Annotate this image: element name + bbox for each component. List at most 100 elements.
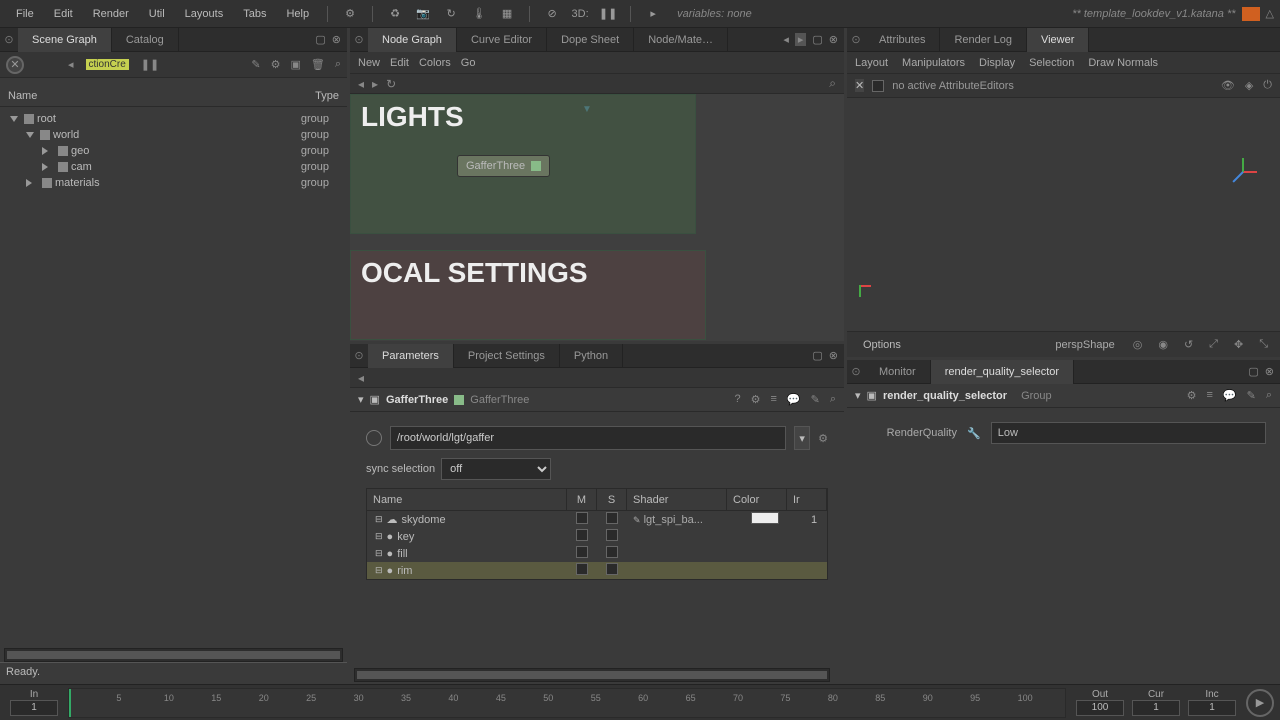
viewer-menu-display[interactable]: Display — [979, 57, 1015, 69]
view-square-icon[interactable] — [454, 395, 464, 405]
col-shader[interactable]: Shader — [627, 489, 727, 510]
close-tab-icon[interactable]: ⊗ — [1265, 365, 1274, 378]
in-frame-input[interactable]: 1 — [10, 700, 58, 716]
pencil-icon[interactable]: ✎ — [251, 58, 260, 71]
menu-file[interactable]: File — [6, 8, 44, 20]
viewer-menu-manipulators[interactable]: Manipulators — [902, 57, 965, 69]
ng-menu-new[interactable]: New — [358, 57, 380, 69]
trash-icon[interactable]: 🗑 — [311, 58, 325, 71]
stack-icon[interactable]: ▦ — [497, 7, 517, 20]
chat-icon[interactable]: 💬 — [787, 393, 801, 406]
nav-left-icon[interactable]: ◂ — [783, 33, 789, 46]
play-button[interactable]: ▶ — [1246, 689, 1274, 717]
out-frame-input[interactable]: 100 — [1076, 700, 1124, 716]
menu-tabs[interactable]: Tabs — [233, 8, 276, 20]
tab-attributes[interactable]: Attributes — [865, 28, 940, 52]
tab-python[interactable]: Python — [560, 344, 623, 368]
pin-icon[interactable]: ⊙ — [0, 33, 18, 46]
nav-fwd-icon[interactable]: ▸ — [372, 77, 378, 91]
render-quality-value[interactable]: Low — [991, 422, 1266, 444]
menu-edit[interactable]: Edit — [44, 8, 83, 20]
menu-util[interactable]: Util — [139, 8, 175, 20]
light-row[interactable]: ⊟☁skydome ✎ lgt_spi_ba... 1 — [367, 511, 827, 528]
close-tab-icon[interactable]: ⊗ — [332, 33, 341, 46]
col-name[interactable]: Name — [367, 489, 567, 510]
light-row[interactable]: ⊟●key — [367, 528, 827, 545]
tree-row-materials[interactable]: materialsgroup — [0, 175, 347, 191]
cur-frame-input[interactable]: 1 — [1132, 700, 1180, 716]
wand-icon[interactable]: ✎ — [811, 393, 820, 406]
tree-row-geo[interactable]: geogroup — [0, 143, 347, 159]
gear-icon[interactable]: ⚙ — [271, 58, 281, 71]
collapse-arrow-icon[interactable]: ▾ — [358, 393, 364, 406]
tab-viewer[interactable]: Viewer — [1027, 28, 1089, 52]
vars-arrow-icon[interactable]: ▸ — [643, 7, 663, 20]
col-int[interactable]: Ir — [787, 489, 827, 510]
sync-icon[interactable]: ↺ — [1184, 338, 1193, 351]
viewer-menu-layout[interactable]: Layout — [855, 57, 888, 69]
clock-icon[interactable] — [366, 430, 382, 446]
recycle-icon[interactable]: ♻ — [385, 7, 405, 20]
light-row[interactable]: ⊟●fill — [367, 545, 827, 562]
search-icon[interactable]: ⌕ — [335, 58, 341, 71]
viewer-menu-drawnormals[interactable]: Draw Normals — [1088, 57, 1158, 69]
timeline-ruler[interactable]: 5101520253035404550556065707580859095100 — [68, 688, 1066, 718]
col-color[interactable]: Color — [727, 489, 787, 510]
col-s[interactable]: S — [597, 489, 627, 510]
help-icon[interactable]: ? — [734, 393, 740, 406]
backdrop-local-settings[interactable]: OCAL SETTINGS ArnoldGlobalSettings — [350, 250, 706, 340]
cancel-icon[interactable]: ⊘ — [542, 7, 562, 20]
tab-node-graph[interactable]: Node Graph — [368, 28, 457, 52]
menu-layouts[interactable]: Layouts — [175, 8, 234, 20]
chat-icon[interactable]: 💬 — [1223, 389, 1237, 402]
viewer-menu-selection[interactable]: Selection — [1029, 57, 1074, 69]
tab-scene-graph[interactable]: Scene Graph — [18, 28, 112, 52]
tab-render-log[interactable]: Render Log — [940, 28, 1027, 52]
clear-icon[interactable]: ✕ — [6, 56, 24, 74]
viewer-cancel-icon[interactable]: ✕ — [855, 79, 864, 92]
tree-row-world[interactable]: worldgroup — [0, 127, 347, 143]
tab-node-mate[interactable]: Node/Mate… — [634, 28, 728, 52]
filter-icon[interactable]: ≡ — [1206, 389, 1212, 402]
locator-icon[interactable]: ◉ — [1158, 338, 1168, 351]
pin-icon[interactable]: ⊙ — [350, 349, 368, 362]
tab-curve-editor[interactable]: Curve Editor — [457, 28, 547, 52]
pin-icon[interactable]: ⊙ — [350, 33, 368, 46]
ng-menu-edit[interactable]: Edit — [390, 57, 409, 69]
tab-catalog[interactable]: Catalog — [112, 28, 179, 52]
axis-widget[interactable] — [1230, 158, 1260, 188]
alert-triangle-icon[interactable]: △ — [1266, 7, 1274, 20]
nav-back-icon[interactable]: ◂ — [358, 77, 364, 91]
scenegraph-path-input[interactable] — [390, 426, 786, 450]
node-gaffer-three[interactable]: GafferThree — [457, 155, 550, 177]
move-icon[interactable]: ✥ — [1234, 338, 1243, 351]
viewer-canvas[interactable] — [847, 98, 1280, 331]
filter-icon[interactable]: ≡ — [770, 393, 776, 406]
tab-dope-sheet[interactable]: Dope Sheet — [547, 28, 634, 52]
close-tab-icon[interactable]: ⊗ — [829, 349, 838, 362]
power-icon[interactable]: ⏻ — [1263, 79, 1272, 92]
wand-icon[interactable]: ✎ — [1247, 389, 1256, 402]
maximize-icon[interactable]: ▢ — [812, 349, 822, 362]
menu-render[interactable]: Render — [83, 8, 139, 20]
camera-icon[interactable]: ▣ — [290, 58, 300, 71]
refresh-icon[interactable]: ↻ — [441, 7, 461, 20]
target-icon[interactable]: ◎ — [1133, 338, 1143, 351]
warning-icon[interactable] — [1242, 7, 1260, 21]
menu-help[interactable]: Help — [276, 8, 319, 20]
col-m[interactable]: M — [567, 489, 597, 510]
editor-checkbox[interactable] — [872, 80, 884, 92]
pause-icon[interactable]: ❚❚ — [141, 58, 159, 71]
pin-icon[interactable]: ⊙ — [847, 33, 865, 46]
diamond-icon[interactable]: ◈ — [1245, 79, 1253, 92]
pin-icon[interactable]: ⊙ — [847, 365, 865, 378]
tab-project-settings[interactable]: Project Settings — [454, 344, 560, 368]
back-icon[interactable]: ◂ — [358, 371, 364, 385]
node-graph-canvas[interactable]: ▼ LIGHTS GafferThree OCAL SETTINGS Arnol… — [350, 94, 844, 341]
ng-menu-go[interactable]: Go — [461, 57, 476, 69]
collapse-arrow-icon[interactable]: ▾ — [855, 389, 861, 402]
search-icon[interactable]: ⌕ — [829, 76, 836, 91]
search-icon[interactable]: ⌕ — [830, 393, 836, 406]
nav-right-icon[interactable]: ▸ — [795, 33, 807, 46]
tab-render-quality[interactable]: render_quality_selector — [931, 360, 1074, 384]
